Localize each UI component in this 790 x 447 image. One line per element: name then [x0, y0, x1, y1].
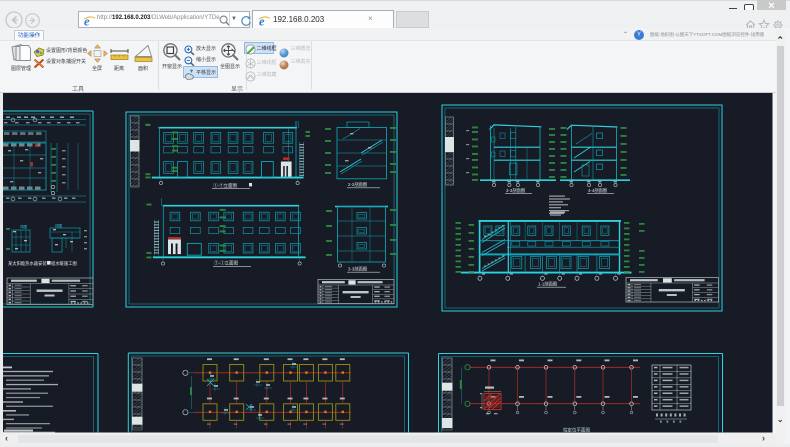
svg-text:①-⑦立面图: ①-⑦立面图 — [213, 182, 237, 189]
svg-text:4-4剖面图: 4-4剖面图 — [588, 187, 607, 194]
svg-text:2-2剖面图: 2-2剖面图 — [348, 181, 367, 188]
svg-text:柱定位平面图: 柱定位平面图 — [563, 427, 590, 433]
svg-text:某太阳能热水器安装工程水暖施工图: 某太阳能热水器安装工程水暖施工图 — [8, 260, 77, 267]
svg-text:3-3剖面图: 3-3剖面图 — [506, 187, 525, 194]
svg-text:详图: 详图 — [55, 223, 62, 228]
svg-text:1-1剖面图: 1-1剖面图 — [538, 281, 557, 288]
svg-text:详图: 详图 — [20, 224, 27, 229]
svg-text:⑦-①立面图: ⑦-①立面图 — [214, 260, 238, 267]
svg-text:3-3剖面图: 3-3剖面图 — [348, 266, 367, 273]
